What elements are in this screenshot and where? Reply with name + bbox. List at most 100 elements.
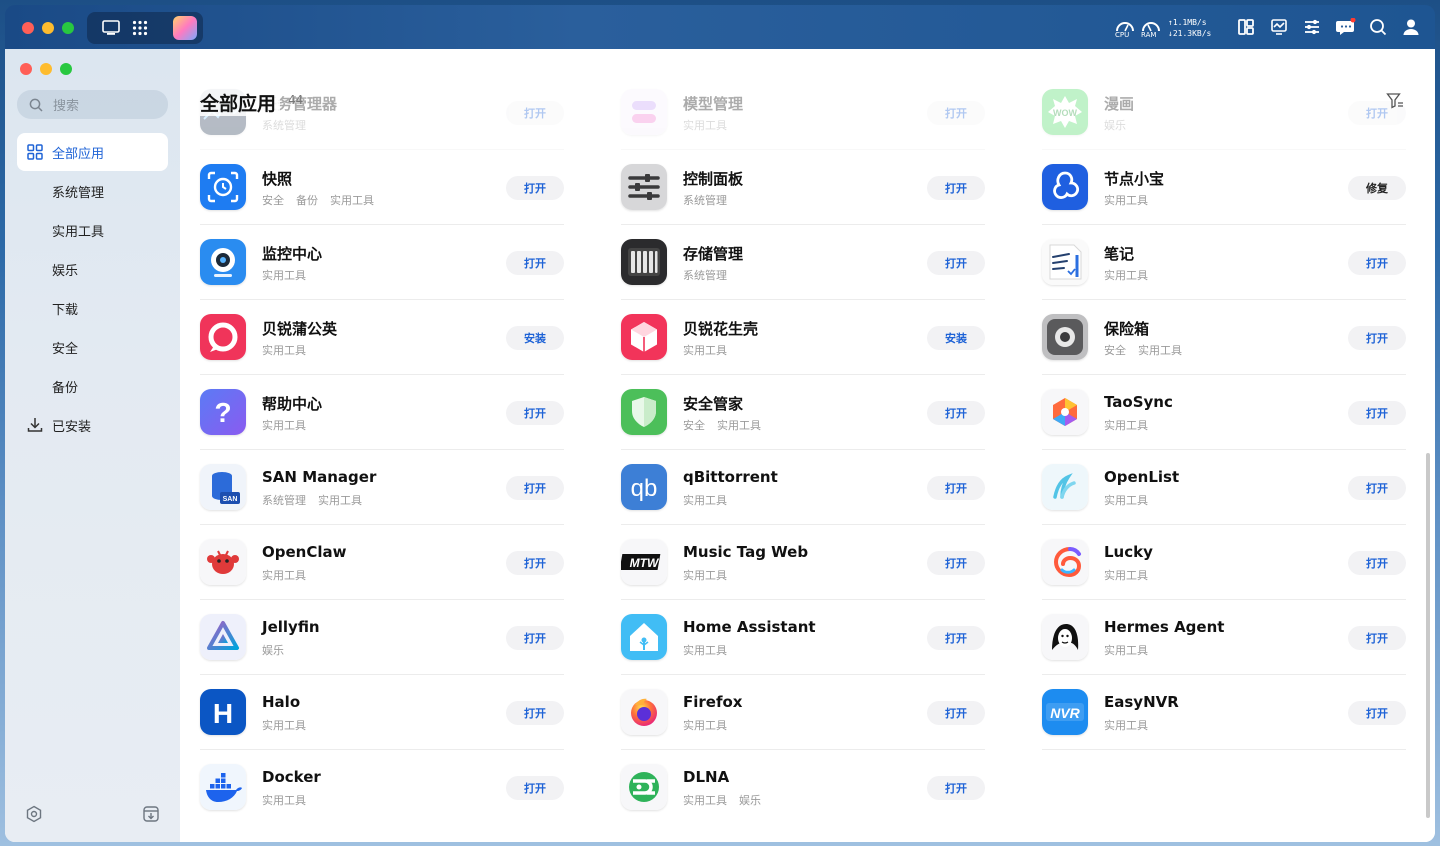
search-input[interactable]: 搜索 — [17, 90, 168, 119]
app-action-button[interactable]: 打开 — [506, 626, 564, 650]
sidebar-item-backup[interactable]: 备份 — [17, 367, 168, 405]
app-card[interactable]: ? 帮助中心 实用工具 打开 — [200, 375, 564, 450]
app-card[interactable]: 笔记 实用工具 打开 — [1042, 225, 1406, 300]
app-card[interactable]: Home Assistant 实用工具 打开 — [621, 600, 985, 675]
cpu-gauge-icon[interactable]: CPU — [1115, 18, 1135, 39]
app-action-button[interactable]: 打开 — [1348, 551, 1406, 575]
app-action-button[interactable]: 打开 — [927, 626, 985, 650]
musictag-icon[interactable]: MTW — [621, 539, 667, 585]
monitor-icon[interactable] — [200, 239, 246, 285]
app-action-button[interactable]: 修复 — [1348, 176, 1406, 200]
app-card[interactable]: 监控中心 实用工具 打开 — [200, 225, 564, 300]
app-action-button[interactable]: 打开 — [1348, 701, 1406, 725]
app-card[interactable]: TaoSync 实用工具 打开 — [1042, 375, 1406, 450]
model-manager-icon[interactable] — [621, 89, 667, 135]
app-action-button[interactable]: 打开 — [927, 176, 985, 200]
app-action-button[interactable]: 打开 — [506, 101, 564, 125]
resource-monitor-icon[interactable] — [1270, 18, 1290, 38]
app-action-button[interactable]: 打开 — [506, 551, 564, 575]
app-action-button[interactable]: 打开 — [927, 101, 985, 125]
app-card[interactable]: OpenList 实用工具 打开 — [1042, 450, 1406, 525]
app-action-button[interactable]: 打开 — [1348, 626, 1406, 650]
app-card[interactable]: Hermes Agent 实用工具 打开 — [1042, 600, 1406, 675]
app-action-button[interactable]: 打开 — [927, 251, 985, 275]
qbittorrent-icon[interactable]: qb — [621, 464, 667, 510]
app-card[interactable]: H Halo 实用工具 打开 — [200, 675, 564, 750]
app-card[interactable]: Docker 实用工具 打开 — [200, 750, 564, 825]
taosync-icon[interactable] — [1042, 389, 1088, 435]
task-list-icon[interactable] — [1303, 18, 1323, 38]
messages-icon[interactable] — [1336, 17, 1356, 38]
sidebar-item-security[interactable]: 安全 — [17, 328, 168, 366]
scrollbar[interactable] — [1426, 453, 1430, 818]
app-card[interactable]: MTW Music Tag Web 实用工具 打开 — [621, 525, 985, 600]
app-action-button[interactable]: 打开 — [927, 701, 985, 725]
app-action-button[interactable]: 打开 — [506, 476, 564, 500]
openlist-icon[interactable] — [1042, 464, 1088, 510]
app-close-button[interactable] — [20, 63, 32, 75]
app-card[interactable]: Firefox 实用工具 打开 — [621, 675, 985, 750]
app-card[interactable]: DLNA 实用工具 娱乐 打开 — [621, 750, 985, 825]
sidebar-item-utilities[interactable]: 实用工具 — [17, 211, 168, 249]
sidebar-item-installed[interactable]: 已安装 — [17, 406, 168, 444]
lucky-icon[interactable] — [1042, 539, 1088, 585]
app-card[interactable]: WOW 漫画 娱乐 打开 — [1042, 75, 1406, 150]
node-bao-icon[interactable] — [1042, 164, 1088, 210]
app-card[interactable]: 贝锐花生壳 实用工具 安装 — [621, 300, 985, 375]
help-icon[interactable]: ? — [200, 389, 246, 435]
halo-icon[interactable]: H — [200, 689, 246, 735]
minimize-window-button[interactable] — [42, 22, 54, 34]
app-card[interactable]: 快照 安全 备份 实用工具 打开 — [200, 150, 564, 225]
easynvr-icon[interactable]: NVR — [1042, 689, 1088, 735]
app-action-button[interactable]: 打开 — [927, 401, 985, 425]
app-action-button[interactable]: 打开 — [1348, 326, 1406, 350]
app-minimize-button[interactable] — [40, 63, 52, 75]
close-window-button[interactable] — [22, 22, 34, 34]
filter-icon[interactable] — [1386, 92, 1404, 110]
sidebar-item-all-apps[interactable]: 全部应用 — [17, 133, 168, 171]
app-grid-icon[interactable] — [130, 18, 150, 38]
settings-icon[interactable] — [25, 805, 43, 823]
sidebar-item-download[interactable]: 下载 — [17, 289, 168, 327]
widgets-icon[interactable] — [1237, 18, 1257, 38]
zoom-window-button[interactable] — [62, 22, 74, 34]
app-card[interactable]: 控制面板 系统管理 打开 — [621, 150, 985, 225]
app-center-chip-icon[interactable] — [173, 16, 197, 40]
hermes-icon[interactable] — [1042, 614, 1088, 660]
ram-gauge-icon[interactable]: RAM — [1141, 18, 1161, 39]
desktop-icon[interactable] — [101, 18, 121, 38]
user-avatar-icon[interactable] — [1402, 18, 1422, 38]
app-action-button[interactable]: 打开 — [506, 701, 564, 725]
app-card[interactable]: 保险箱 安全 实用工具 打开 — [1042, 300, 1406, 375]
app-card[interactable]: 模型管理 实用工具 打开 — [621, 75, 985, 150]
safe-icon[interactable] — [1042, 314, 1088, 360]
openclaw-icon[interactable] — [200, 539, 246, 585]
app-card[interactable]: 贝锐蒲公英 实用工具 安装 — [200, 300, 564, 375]
docker-icon[interactable] — [200, 764, 246, 810]
app-card[interactable]: Lucky 实用工具 打开 — [1042, 525, 1406, 600]
archive-icon[interactable] — [142, 805, 160, 823]
search-icon[interactable] — [1369, 18, 1389, 38]
app-action-button[interactable]: 打开 — [1348, 251, 1406, 275]
app-action-button[interactable]: 安装 — [927, 326, 985, 350]
san-icon[interactable]: SAN — [200, 464, 246, 510]
app-card[interactable]: Jellyfin 娱乐 打开 — [200, 600, 564, 675]
app-action-button[interactable]: 打开 — [1348, 401, 1406, 425]
dlna-icon[interactable] — [621, 764, 667, 810]
snapshot-icon[interactable] — [200, 164, 246, 210]
app-action-button[interactable]: 打开 — [927, 476, 985, 500]
app-action-button[interactable]: 安装 — [506, 326, 564, 350]
pgy-icon[interactable] — [200, 314, 246, 360]
storage-icon[interactable] — [621, 239, 667, 285]
control-panel-icon[interactable] — [621, 164, 667, 210]
app-action-button[interactable]: 打开 — [927, 551, 985, 575]
app-zoom-button[interactable] — [60, 63, 72, 75]
home-assistant-icon[interactable] — [621, 614, 667, 660]
app-card[interactable]: 节点小宝 实用工具 修复 — [1042, 150, 1406, 225]
comic-icon[interactable]: WOW — [1042, 89, 1088, 135]
security-icon[interactable] — [621, 389, 667, 435]
notes-icon[interactable] — [1042, 239, 1088, 285]
app-card[interactable]: 存储管理 系统管理 打开 — [621, 225, 985, 300]
app-action-button[interactable]: 打开 — [927, 776, 985, 800]
sidebar-item-entertainment[interactable]: 娱乐 — [17, 250, 168, 288]
